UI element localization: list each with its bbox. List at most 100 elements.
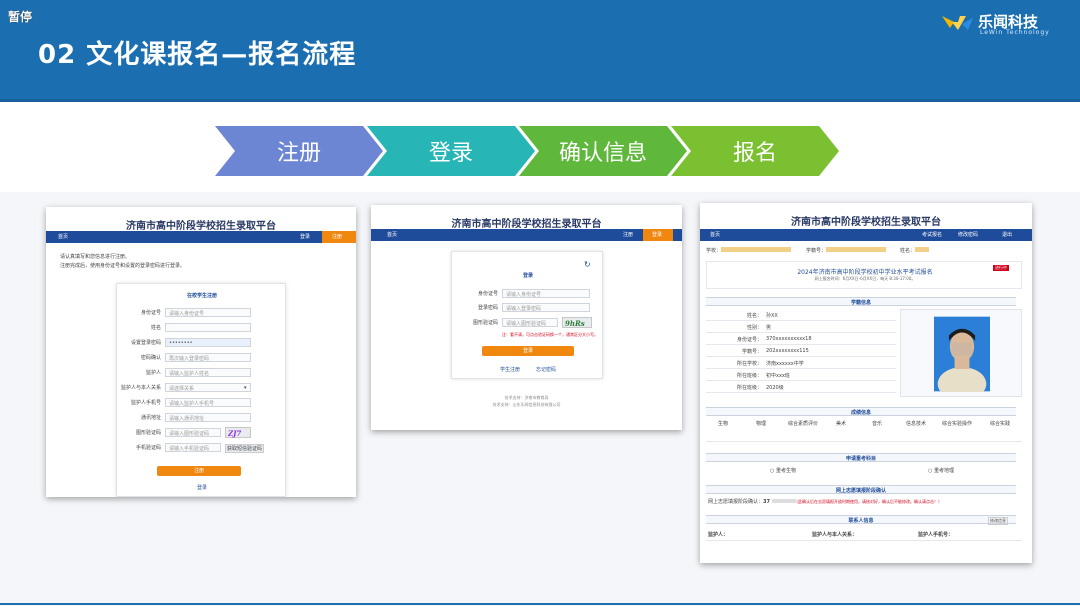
navbar: 首页 注册 登录 [371, 229, 682, 241]
login-form: ↻ 登录 身份证号 请输入身份证号 登录密码 请输入登录密码 图形验证码 请输入… [451, 251, 603, 379]
captcha-input[interactable]: 请输入图形验证码 [165, 428, 221, 437]
field-label: 监护人与本人关系 [120, 385, 161, 391]
login-screenshot: 济南市高中阶段学校招生录取平台 首页 注册 登录 ↻ 登录 身份证号 请输入身份… [371, 205, 682, 430]
confirm-info-screenshot: 济南市高中阶段学校招生录取平台 首页 考试报名 修改密码 退出 学校： 学籍号：… [700, 203, 1032, 563]
nav-home[interactable]: 首页 [58, 233, 68, 240]
exam-subtitle: 网上报名时间：6月XX日-6月XX日，每天 8:30-17:00。 [814, 276, 916, 281]
status-badge: 进行中 [993, 265, 1009, 271]
nav-home[interactable]: 首页 [710, 231, 720, 238]
exam-card: 2024年济南市高中阶段学校初中学业水平考试报名 网上报名时间：6月XX日-6月… [706, 261, 1022, 289]
password-input[interactable]: •••••••• [165, 338, 251, 347]
nav-logout[interactable]: 退出 [1002, 231, 1012, 238]
logo-english-name: LeWin Technology [980, 29, 1050, 36]
student-row: 性别：男 [706, 321, 896, 333]
footer-line: 技术支持：济南市教育局 [504, 395, 549, 400]
info-name: 姓名： [900, 247, 930, 254]
field-label: 登录密码 [477, 305, 498, 311]
info-school: 学校： [706, 247, 792, 254]
password-input[interactable]: 请输入登录密码 [502, 303, 590, 312]
nav-exam-signup[interactable]: 考试报名 [922, 231, 942, 238]
student-row: 身份证号： 370xxxxxxxxxx18 [706, 333, 896, 345]
navbar: 首页 登录 注册 [46, 231, 356, 243]
refresh-icon[interactable]: ↻ [584, 260, 591, 269]
captcha-tip: 注：看不清，可点击验证码换一个，通常区分大小写。 [502, 332, 598, 337]
confirm-tip: （此确认后在志愿填报开放时期使用，请核对好，确认后不能修改。确认请点击！） [794, 499, 942, 504]
register-screenshot: 济南市高中阶段学校招生录取平台 首页 登录 注册 请认真填写和您信息进行注册。 … [46, 207, 356, 497]
field-label: 图形验证码 [135, 430, 161, 436]
notice-line: 请认真填写和您信息进行注册。 [60, 254, 131, 260]
info-student-no: 学籍号： [806, 247, 887, 254]
platform-title: 济南市高中阶段学校招生录取平台 [126, 221, 276, 232]
slide-header: 暂停 02 文化课报名—报名流程 乐闻科技 LeWin Technology [0, 0, 1080, 102]
company-logo: 乐闻科技 LeWin Technology [940, 10, 1070, 36]
student-photo [900, 309, 1022, 397]
field-label: 手机验证码 [135, 445, 161, 451]
field-label: 姓名 [150, 325, 161, 331]
login-link[interactable]: 登录 [117, 484, 287, 491]
guardian-phone-input[interactable]: 请输入监护人手机号 [165, 398, 251, 407]
section-header-student: 学籍信息 [706, 297, 1016, 306]
captcha-input[interactable]: 请输入图形验证码 [502, 318, 558, 327]
slide-bottom-border [0, 603, 1080, 605]
register-form: 在校学生注册 身份证号 请输入身份证号 姓名 设置登录密码 •••••••• 密… [116, 283, 286, 497]
forgot-password-link[interactable]: 忘记密码 [536, 366, 556, 373]
student-row: 姓名： 孙XX [706, 309, 896, 321]
field-label: 身份证号 [140, 310, 161, 316]
retake-option[interactable]: ○ 重考生物 [770, 467, 796, 474]
student-row: 所在学校： 济南xxxxxx中学 [706, 357, 896, 369]
student-row: 学籍号： 202xxxxxxxx115 [706, 345, 896, 357]
nav-register-active[interactable]: 注册 [322, 231, 356, 243]
id-number-input[interactable]: 请输入身份证号 [502, 289, 590, 298]
guardian-input[interactable]: 请输入监护人姓名 [165, 368, 251, 377]
student-register-link[interactable]: 学生注册 [500, 366, 520, 373]
nav-login[interactable]: 登录 [300, 233, 310, 240]
nav-register[interactable]: 注册 [623, 231, 633, 238]
chevron-down-icon: ▾ [244, 385, 247, 391]
confirm-password-input[interactable]: 再次输入登录密码 [165, 353, 251, 362]
paused-label[interactable]: 暂停 [8, 8, 32, 25]
form-title: 登录 [522, 273, 533, 279]
edit-contact-button[interactable]: 修改信息 [988, 517, 1008, 525]
footer-line: 技术支持：山东乐闻信息科技有限公司 [492, 402, 561, 407]
nav-login-active[interactable]: 登录 [643, 229, 673, 241]
login-button[interactable]: 登录 [482, 346, 574, 356]
score-table: 生物 物理 综合素质评价 美术 音乐 信息技术 综合实验操作 综合实践 [706, 418, 1022, 442]
get-sms-code-button[interactable]: 获取短信验证码 [225, 444, 265, 453]
page-title: 02 文化课报名—报名流程 [38, 40, 357, 70]
student-avatar-icon [934, 316, 990, 392]
student-row: 所在班级： 2020级 [706, 381, 896, 393]
navbar: 首页 考试报名 修改密码 退出 [700, 229, 1032, 241]
notice-line: 注册完成后，使用身份证号和设置的登录密码进行登录。 [60, 263, 186, 269]
contact-row: 监护人： 监护人与本人关系： 监护人手机号： [706, 527, 1022, 541]
section-header-contact: 联系人信息 [706, 515, 1016, 524]
step-apply: 报名 [671, 126, 839, 176]
confirm-row: 网上志愿填报阶段确认：37 [708, 498, 798, 505]
student-row: 所在班级： 初中xxx班 [706, 369, 896, 381]
nav-home[interactable]: 首页 [387, 231, 397, 238]
field-label: 监护人手机号 [130, 400, 161, 406]
field-label: 设置登录密码 [130, 340, 161, 346]
captcha-image[interactable]: 9hRs [562, 317, 592, 328]
platform-title: 济南市高中阶段学校招生录取平台 [451, 219, 602, 230]
name-input[interactable] [165, 323, 251, 332]
relation-select[interactable]: 请选择关系 ▾ [165, 383, 251, 392]
nav-change-password[interactable]: 修改密码 [958, 231, 978, 238]
field-label: 通讯地址 [140, 415, 161, 421]
captcha-image[interactable]: ZJ7 [225, 427, 251, 438]
form-title: 在校学生注册 [186, 293, 217, 299]
field-label: 身份证号 [477, 291, 498, 297]
field-label: 图形验证码 [472, 320, 498, 326]
field-label: 监护人 [145, 370, 161, 376]
platform-title: 济南市高中阶段学校招生录取平台 [791, 217, 941, 228]
section-header-confirm: 网上志愿填报阶段确认 [706, 485, 1016, 494]
sms-code-input[interactable]: 请输入手机验证码 [165, 443, 221, 452]
address-input[interactable]: 请输入通讯地址 [165, 413, 251, 422]
exam-title: 2024年济南市高中阶段学校初中学业水平考试报名 [797, 269, 933, 276]
step-register: 注册 [215, 126, 383, 176]
id-number-input[interactable]: 请输入身份证号 [165, 308, 251, 317]
field-label: 密码确认 [140, 355, 161, 361]
lewin-logo-icon [942, 16, 973, 30]
retake-option[interactable]: ○ 重考地理 [928, 467, 954, 474]
register-button[interactable]: 注册 [157, 466, 241, 476]
step-confirm-info: 确认信息 [519, 126, 687, 176]
